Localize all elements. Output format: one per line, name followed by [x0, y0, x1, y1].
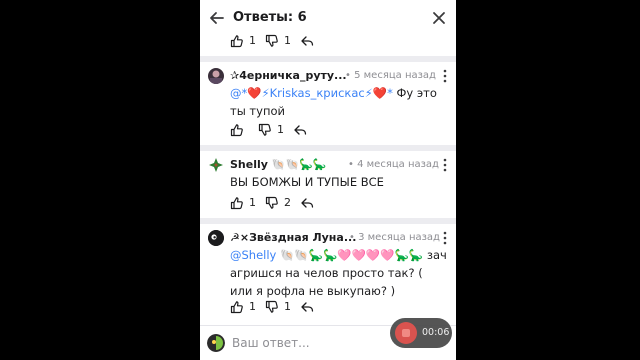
dislike-count: 1 — [284, 300, 291, 313]
like-count: 1 — [249, 34, 256, 47]
comment-actions: 1 — [230, 122, 307, 138]
comment-actions: 1 1 — [230, 299, 314, 315]
like-icon[interactable] — [230, 34, 244, 48]
replies-screen: Ответы: 6 1 1 ✰4ерничка_руту... • 5 меся… — [200, 0, 456, 360]
dislike-icon[interactable] — [265, 300, 279, 314]
reply-icon[interactable] — [300, 34, 314, 48]
comment-username[interactable]: Shelly 🐚🐚🦕🦕 — [230, 158, 327, 172]
comment-actions: 1 2 — [230, 195, 314, 211]
more-options-icon[interactable] — [443, 69, 447, 83]
comment-mention[interactable]: @*❤️⚡Kriskas_крискас⚡❤️* — [230, 86, 393, 100]
more-options-icon[interactable] — [443, 231, 447, 245]
dislike-count: 1 — [284, 34, 291, 47]
like-icon[interactable] — [230, 300, 244, 314]
recording-time: 00:06 — [422, 327, 450, 338]
comment-text: ВЫ БОМЖЫ И ТУПЫЕ ВСЕ — [230, 173, 448, 191]
root-comment-actions: 1 1 — [230, 33, 314, 49]
comment-item: ✰4ерничка_руту... • 5 месяца назад @*❤️⚡… — [200, 62, 456, 150]
dislike-icon[interactable] — [258, 123, 272, 137]
arrow-left-icon[interactable] — [208, 9, 226, 27]
avatar[interactable] — [208, 230, 224, 246]
avatar[interactable] — [208, 157, 224, 173]
avatar[interactable] — [208, 68, 224, 84]
reply-input[interactable] — [232, 334, 382, 352]
comment-time: • 3 месяца назад — [349, 232, 440, 243]
comment-username[interactable]: ✰4ерничка_руту... — [230, 69, 347, 83]
dislike-icon[interactable] — [265, 196, 279, 210]
reply-icon[interactable] — [293, 123, 307, 137]
like-icon[interactable] — [230, 123, 244, 137]
comment-text: @Shelly 🐚🐚🦕🦕🩷🩷🩷🩷🦕🦕 зач агришся на челов … — [230, 246, 448, 300]
comment-text: @*❤️⚡Kriskas_крискас⚡❤️* Фу это ты тупой — [230, 84, 448, 120]
avatar — [207, 334, 225, 352]
screen-recorder-widget[interactable]: 00:06 — [390, 318, 452, 348]
comment-item: ☭×Звёздная Луна... • 3 месяца назад @She… — [200, 224, 456, 324]
dislike-count: 1 — [277, 123, 284, 136]
comment-mention[interactable]: @Shelly 🐚🐚🦕🦕🩷🩷🩷🩷🦕🦕 — [230, 248, 423, 262]
dislike-count: 2 — [284, 196, 291, 209]
comment-item: Shelly 🐚🐚🦕🦕 • 4 месяца назад ВЫ БОМЖЫ И … — [200, 151, 456, 221]
close-icon[interactable] — [430, 9, 448, 27]
replies-header: Ответы: 6 — [200, 0, 456, 36]
comment-username[interactable]: ☭×Звёздная Луна... — [230, 231, 356, 245]
like-count: 1 — [249, 300, 256, 313]
comment-time: • 4 месяца назад — [348, 159, 439, 170]
like-count: 1 — [249, 196, 256, 209]
reply-icon[interactable] — [300, 196, 314, 210]
reply-icon[interactable] — [300, 300, 314, 314]
like-icon[interactable] — [230, 196, 244, 210]
comment-time: • 5 месяца назад — [345, 70, 436, 81]
more-options-icon[interactable] — [443, 158, 447, 172]
replies-title: Ответы: 6 — [233, 10, 307, 25]
stop-recording-icon[interactable] — [395, 322, 417, 344]
comment-body: ВЫ БОМЖЫ И ТУПЫЕ ВСЕ — [230, 175, 384, 189]
dislike-icon[interactable] — [265, 34, 279, 48]
